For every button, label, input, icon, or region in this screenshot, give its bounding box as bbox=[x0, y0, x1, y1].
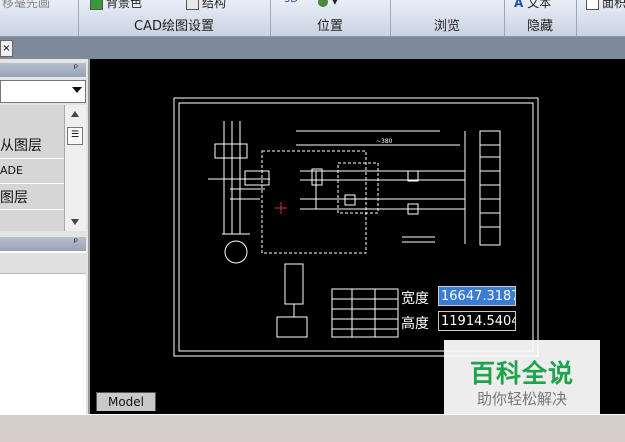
3d-view-icon[interactable]: 3D bbox=[284, 0, 298, 5]
layer-list: 从图层 ADE 图层 bbox=[0, 105, 64, 231]
list-item[interactable]: 图层 bbox=[0, 187, 28, 207]
ribbon-group-browse: 浏览 bbox=[390, 0, 505, 36]
watermark-subtitle: 助你轻松解决 bbox=[476, 390, 567, 408]
background-color-icon bbox=[90, 0, 103, 10]
status-bar bbox=[0, 414, 625, 442]
ribbon-group-position: 3D ▾ 位置 bbox=[270, 0, 391, 36]
width-label: 宽度 bbox=[401, 291, 429, 307]
area-icon bbox=[586, 0, 599, 10]
property-panel-body bbox=[0, 251, 86, 414]
height-label: 高度 bbox=[401, 316, 429, 332]
scroll-up-icon[interactable] bbox=[71, 111, 79, 117]
legend-column bbox=[479, 130, 501, 246]
text-button[interactable]: A 文本 bbox=[514, 0, 551, 11]
scroll-thumb[interactable]: ☰ bbox=[67, 127, 83, 145]
structure-icon bbox=[186, 0, 199, 10]
area-button[interactable]: 面积 bbox=[586, 0, 625, 11]
voltage-label: ~380 bbox=[376, 138, 393, 145]
list-item[interactable]: ADE bbox=[0, 164, 23, 177]
layer-combo[interactable] bbox=[0, 80, 86, 103]
document-tab-strip: × bbox=[0, 37, 625, 59]
list-item[interactable]: 从图层 bbox=[0, 135, 42, 155]
list-divider bbox=[0, 209, 64, 210]
ribbon-group-label: 位置 bbox=[316, 19, 343, 34]
text-icon: A bbox=[514, 0, 524, 10]
tab-model[interactable]: Model bbox=[96, 392, 156, 411]
relay-coil bbox=[344, 194, 356, 206]
ribbon-group-hide: A 文本 隐藏 bbox=[504, 0, 577, 36]
scroll-down-icon[interactable] bbox=[71, 219, 79, 225]
ribbon-group-measure: 面积 bbox=[576, 0, 625, 36]
dashed-enclosure bbox=[261, 150, 367, 254]
watermark-logo: 百科全说 助你轻松解决 bbox=[444, 340, 600, 414]
motor-symbol bbox=[224, 240, 248, 264]
background-color-button[interactable]: 背景色 bbox=[90, 0, 142, 11]
ribbon-group-label: 隐藏 bbox=[526, 19, 553, 34]
structure-button[interactable]: 结构 bbox=[186, 0, 226, 11]
property-row[interactable] bbox=[0, 253, 86, 274]
close-icon[interactable]: × bbox=[0, 40, 13, 57]
title-block bbox=[331, 288, 399, 338]
ribbon-group-label: CAD绘图设置 bbox=[134, 19, 214, 34]
crosshair-cursor bbox=[275, 202, 287, 214]
orbit-icon[interactable]: ▾ bbox=[318, 0, 338, 8]
ribbon-group-left bbox=[0, 0, 79, 36]
breaker-block bbox=[214, 143, 248, 159]
chevron-down-icon[interactable] bbox=[72, 87, 82, 93]
contactor-block bbox=[244, 170, 270, 186]
list-divider bbox=[0, 183, 64, 184]
width-input[interactable]: 16647.3187 bbox=[438, 286, 516, 306]
pin-icon[interactable]: ᵖ bbox=[74, 63, 78, 74]
list-divider bbox=[0, 158, 64, 159]
ribbon-toolbar: 移毫先画 背景色 结构 CAD绘图设置 3D ▾ 位置 浏览 A文本 隐藏 面积 bbox=[0, 0, 625, 37]
component-side bbox=[276, 316, 308, 338]
ribbon-group-label: 浏览 bbox=[433, 19, 460, 34]
left-panel: ᵖ 从图层 ADE 图层 ☰ ᵖ bbox=[0, 59, 90, 414]
vertical-scrollbar[interactable]: ☰ bbox=[64, 105, 86, 231]
pin-icon[interactable]: ᵖ bbox=[74, 237, 78, 248]
layer-panel-titlebar: ᵖ bbox=[0, 63, 86, 77]
watermark-title: 百科全说 bbox=[469, 359, 574, 388]
ribbon-group-cad-settings: 背景色 结构 CAD绘图设置 bbox=[78, 0, 271, 36]
property-panel-titlebar: ᵖ bbox=[0, 237, 86, 251]
height-input[interactable]: 11914.5404 bbox=[438, 311, 516, 331]
component-front bbox=[284, 263, 304, 305]
